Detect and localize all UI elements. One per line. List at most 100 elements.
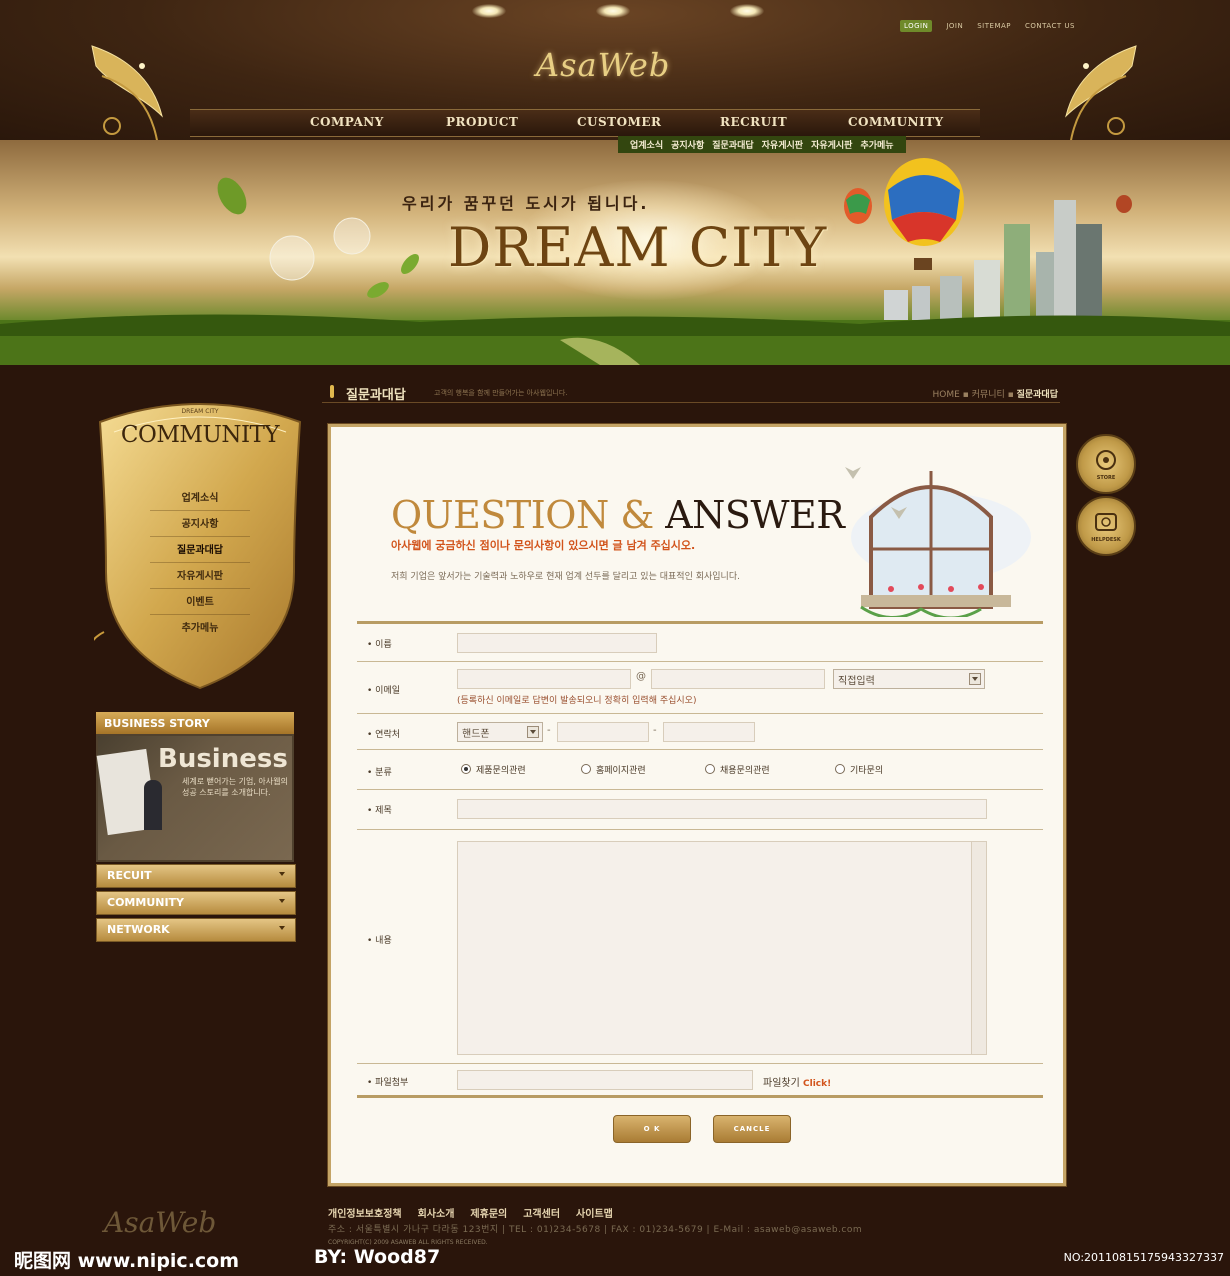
row-divider (357, 1063, 1043, 1064)
helpdesk-label: HELPDESK (1091, 537, 1121, 543)
footer-link-about[interactable]: 회사소개 (418, 1205, 455, 1220)
category-radio-etc[interactable]: 기타문의 (835, 763, 883, 776)
section-bar: 질문과대답 고객의 행복을 함께 만들어가는 아사웹입니다. HOME ▪ 커뮤… (322, 380, 1060, 403)
email-id-input[interactable] (457, 669, 631, 689)
email-note: (등록하신 이메일로 답변이 발송되오니 정확히 입력해 주십시오) (457, 696, 697, 706)
nav-recruit[interactable]: RECRUIT (720, 115, 787, 129)
radio-label: 채용문의관련 (720, 766, 770, 776)
quick-community[interactable]: COMMUNITY (96, 891, 296, 915)
name-input[interactable] (457, 633, 657, 653)
sidebar-item-qa[interactable]: 질문과대답 (150, 540, 250, 563)
sidebar-item-extra[interactable]: 추가메뉴 (150, 618, 250, 640)
login-link[interactable]: LOGIN (899, 20, 933, 32)
footer-links: 개인정보보호정책 회사소개 제휴문의 고객센터 사이트맵 (328, 1205, 613, 1220)
sidebar-title: COMMUNITY (120, 422, 280, 448)
nav-community[interactable]: COMMUNITY (848, 115, 944, 129)
ok-button[interactable]: O K (613, 1115, 691, 1143)
category-radio-product[interactable]: 제품문의관련 (461, 763, 526, 776)
row-divider (357, 789, 1043, 790)
qa-subtitle: 아사웹에 궁금하신 점이나 문의사항이 있으시면 글 남겨 주십시오. (391, 539, 696, 552)
business-story-image: Business 세계로 뻗어가는 기업, 아사웹의 성공 스토리를 소개합니다… (96, 736, 292, 860)
breadcrumb: HOME ▪ 커뮤니티 ▪ 질문과대답 (932, 390, 1059, 400)
subnav-item[interactable]: 업계소식 (630, 138, 663, 151)
category-label: • 분류 (367, 768, 392, 778)
header: LOGIN JOIN SITEMAP CONTACT US AsaWeb COM… (0, 0, 1230, 147)
file-label: • 파일첨부 (367, 1078, 409, 1088)
file-find-button[interactable]: 파일찾기 Click! (763, 1074, 831, 1089)
radio-icon (581, 764, 591, 774)
quick-label: RECUIT (107, 869, 152, 882)
file-path-input[interactable] (457, 1070, 753, 1090)
email-domain-select[interactable]: 직접입력 (833, 669, 985, 689)
subnav-item[interactable]: 공지사항 (671, 138, 704, 151)
helpdesk-button[interactable]: HELPDESK (1076, 496, 1136, 556)
radio-label: 제품문의관련 (476, 766, 526, 776)
sitemap-link[interactable]: SITEMAP (977, 22, 1011, 30)
subject-input[interactable] (457, 799, 987, 819)
footer-link-support[interactable]: 고객센터 (523, 1205, 560, 1220)
spotlight (730, 4, 764, 18)
phone-select-value: 핸드폰 (462, 729, 490, 740)
nav-product[interactable]: PRODUCT (446, 115, 518, 129)
main-banner: 우리가 꿈꾸던 도시가 됩니다. DREAM CITY (0, 140, 1230, 365)
sidebar-item-free-board[interactable]: 자유게시판 (150, 566, 250, 589)
dash: - (547, 725, 551, 736)
chevron-down-icon (527, 726, 539, 738)
radio-label: 홈페이지관련 (596, 766, 646, 776)
qa-title-answer: ANSWER (665, 493, 845, 537)
breadcrumb-current: 질문과대답 (1016, 390, 1058, 400)
file-find-label: 파일찾기 (763, 1078, 800, 1089)
form-bottom-border (357, 1095, 1043, 1098)
nav-company[interactable]: COMPANY (310, 115, 384, 129)
logo[interactable]: AsaWeb (536, 46, 670, 84)
subnav-item[interactable]: 질문과대답 (712, 138, 753, 151)
phone-last-input[interactable] (663, 722, 755, 742)
contact-us-link[interactable]: CONTACT US (1025, 22, 1075, 30)
form-top-border (357, 621, 1043, 624)
row-divider (357, 661, 1043, 662)
at-sign: @ (636, 671, 646, 682)
join-link[interactable]: JOIN (946, 22, 963, 30)
sub-nav: 업계소식 공지사항 질문과대답 자유게시판 자유게시판 추가메뉴 (618, 136, 906, 153)
file-click-label: Click! (803, 1079, 832, 1089)
footer-logo: AsaWeb (104, 1206, 217, 1239)
footer-link-privacy[interactable]: 개인정보보호정책 (328, 1205, 402, 1220)
email-label: • 이메일 (367, 686, 401, 696)
nav-customer[interactable]: CUSTOMER (577, 115, 661, 129)
global-nav: COMPANY PRODUCT CUSTOMER RECRUIT COMMUNI… (190, 109, 980, 137)
footer-link-partnership[interactable]: 제휴문의 (470, 1205, 507, 1220)
businessman-icon (144, 780, 162, 830)
breadcrumb-home[interactable]: HOME (933, 390, 960, 400)
subnav-item[interactable]: 추가메뉴 (860, 138, 893, 151)
store-button[interactable]: STORE (1076, 434, 1136, 494)
scrollbar[interactable] (971, 842, 986, 1054)
sidebar-item-event[interactable]: 이벤트 (150, 592, 250, 615)
sidebar-item-industry-news[interactable]: 업계소식 (150, 488, 250, 511)
cancel-button[interactable]: CANCLE (713, 1115, 791, 1143)
spotlight (472, 4, 506, 18)
phone-type-select[interactable]: 핸드폰 (457, 722, 543, 742)
arrow-down-icon (279, 926, 285, 930)
subnav-item[interactable]: 자유게시판 (811, 138, 852, 151)
bullet-icon (330, 385, 334, 398)
business-story[interactable]: BUSINESS STORY Business 세계로 뻗어가는 기업, 아사웹… (96, 712, 294, 862)
category-radio-homepage[interactable]: 홈페이지관련 (581, 763, 646, 776)
breadcrumb-community[interactable]: 커뮤니티 (972, 390, 1005, 400)
quick-recruit[interactable]: RECUIT (96, 864, 296, 888)
row-divider (357, 829, 1043, 830)
row-divider (357, 713, 1043, 714)
name-label: • 이름 (367, 640, 392, 650)
chevron-down-icon (969, 673, 981, 685)
qa-title-amp: & (620, 493, 654, 537)
footer-link-sitemap[interactable]: 사이트맵 (576, 1205, 613, 1220)
quick-network[interactable]: NETWORK (96, 918, 296, 942)
content-textarea[interactable] (457, 841, 987, 1055)
phone-mid-input[interactable] (557, 722, 649, 742)
category-radio-recruit[interactable]: 채용문의관련 (705, 763, 770, 776)
side-menu: DREAM CITY COMMUNITY 업계소식 공지사항 질문과대답 자유게… (94, 392, 306, 692)
sidebar-item-notice[interactable]: 공지사항 (150, 514, 250, 537)
email-domain-input[interactable] (651, 669, 825, 689)
quick-label: NETWORK (107, 923, 170, 936)
subnav-item[interactable]: 자유게시판 (762, 138, 803, 151)
business-story-title: BUSINESS STORY (104, 717, 210, 730)
